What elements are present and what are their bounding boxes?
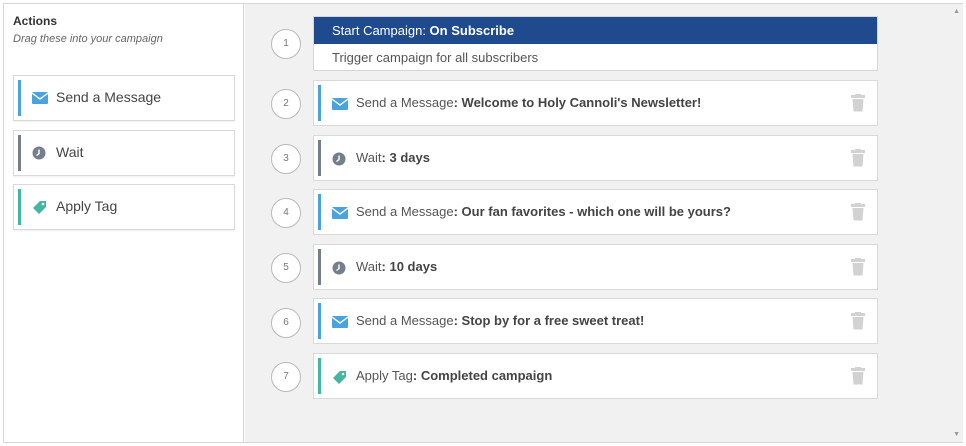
campaign-step[interactable]: Wait: 3 days [313,135,878,181]
step-value: Stop by for a free sweet treat! [461,313,645,328]
trigger-header-value: On Subscribe [429,23,515,38]
actions-sidebar: Actions Drag these into your campaign Se… [4,4,244,442]
trash-icon[interactable] [851,367,865,385]
step-separator: : [453,204,462,219]
trash-icon[interactable] [851,149,865,167]
trash-icon[interactable] [851,258,865,276]
sidebar-subtitle: Drag these into your campaign [13,33,163,45]
action-accent-bar [18,135,21,171]
campaign-step[interactable]: Send a Message: Welcome to Holy Cannoli'… [313,80,878,126]
envelope-icon [32,92,48,104]
step-type: Send a Message [356,95,454,110]
scroll-up-arrow-icon[interactable]: ▲ [953,8,960,15]
action-label: Wait [56,144,84,160]
action-apply-tag[interactable]: Apply Tag [13,184,235,230]
action-send-message[interactable]: Send a Message [13,75,235,121]
step-accent-bar [318,249,321,285]
action-wait[interactable]: Wait [13,130,235,176]
action-label: Apply Tag [56,198,118,214]
campaign-canvas[interactable]: 1 Start Campaign: On Subscribe Trigger c… [245,4,963,442]
campaign-step[interactable]: Wait: 10 days [313,244,878,290]
step-text: Apply Tag: Completed campaign [356,368,552,383]
scrollbar[interactable]: ▲ ▼ [950,4,963,442]
trigger-header-label: Start Campaign: [332,23,430,38]
clock-icon [332,261,346,275]
step-value: 10 days [389,259,438,274]
step-number: 2 [271,89,301,119]
scroll-down-arrow-icon[interactable]: ▼ [953,431,960,438]
step-accent-bar [318,85,321,121]
step-type: Send a Message [356,313,454,328]
step-accent-bar [318,140,321,176]
campaign-step[interactable]: Apply Tag: Completed campaign [313,353,878,399]
trash-icon[interactable] [851,94,865,112]
step-accent-bar [318,358,321,394]
step-type: Send a Message [356,204,454,219]
trigger-header: Start Campaign: On Subscribe [314,17,877,44]
action-accent-bar [18,189,21,225]
step-value: 3 days [389,150,430,165]
step-number: 4 [271,198,301,228]
step-type: Apply Tag [356,368,413,383]
action-accent-bar [18,80,21,116]
tag-icon [333,371,346,384]
step-number: 5 [271,253,301,283]
envelope-icon [332,207,348,219]
step-number: 7 [271,362,301,392]
step-value: Our fan favorites - which one will be yo… [461,204,731,219]
trigger-description: Trigger campaign for all subscribers [332,50,539,65]
step-value: Welcome to Holy Cannoli's Newsletter! [461,95,702,110]
step-separator: : [453,313,462,328]
step-number: 6 [271,308,301,338]
campaign-step[interactable]: Send a Message: Stop by for a free sweet… [313,298,878,344]
trash-icon[interactable] [851,203,865,221]
envelope-icon [332,98,348,110]
step-separator: : [412,368,421,383]
step-number: 3 [271,144,301,174]
step-number: 1 [271,29,301,59]
step-type: Wait [356,259,382,274]
step-type: Wait [356,150,382,165]
step-text: Send a Message: Our fan favorites - whic… [356,204,731,219]
campaign-builder: Actions Drag these into your campaign Se… [3,3,963,443]
clock-icon [32,146,46,160]
action-label: Send a Message [56,89,162,105]
step-value: Completed campaign [420,368,553,383]
sidebar-title: Actions [13,14,58,28]
step-text: Send a Message: Stop by for a free sweet… [356,313,644,328]
campaign-step[interactable]: Send a Message: Our fan favorites - whic… [313,189,878,235]
trash-icon[interactable] [851,312,865,330]
step-text: Wait: 10 days [356,259,437,274]
campaign-trigger[interactable]: Start Campaign: On Subscribe Trigger cam… [313,16,878,71]
step-separator: : [453,95,462,110]
step-text: Wait: 3 days [356,150,430,165]
envelope-icon [332,316,348,328]
clock-icon [332,152,346,166]
step-text: Send a Message: Welcome to Holy Cannoli'… [356,95,701,110]
step-accent-bar [318,194,321,230]
tag-icon [33,201,46,214]
step-accent-bar [318,303,321,339]
